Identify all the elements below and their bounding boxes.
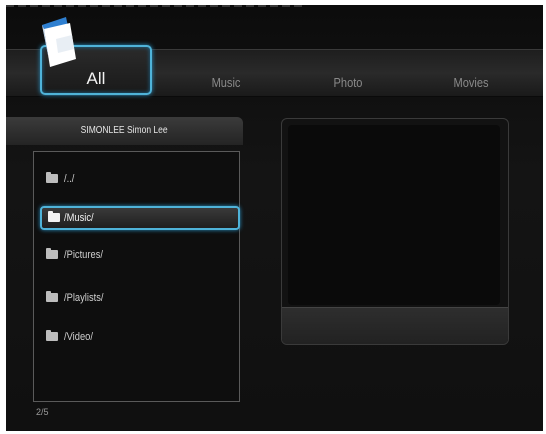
item-position-counter: 2/5 (36, 407, 49, 417)
tab-movies[interactable]: Movies (441, 71, 501, 95)
list-item-parent[interactable]: /../ (44, 170, 224, 188)
media-player-screen: All Music Photo Movies SIMONLEE Simon Le… (6, 5, 543, 431)
list-item-label: /Playlists/ (64, 292, 104, 304)
list-item-playlists[interactable]: /Playlists/ (44, 289, 224, 307)
list-item-video[interactable]: /Video/ (44, 328, 224, 346)
top-divider (6, 5, 306, 7)
folder-list: /../ /Music/ /Pictures/ /Playlists/ /Vid… (33, 151, 240, 402)
preview-image (288, 125, 500, 305)
folder-icon (46, 172, 58, 183)
source-title-text: SIMONLEE Simon Lee (81, 125, 168, 136)
folder-icon (46, 248, 58, 259)
list-item-pictures[interactable]: /Pictures/ (44, 246, 224, 264)
list-item-label: /Pictures/ (64, 249, 103, 261)
source-title: SIMONLEE Simon Lee (6, 117, 243, 145)
tab-music[interactable]: Music (201, 71, 252, 95)
preview-panel (281, 118, 509, 345)
list-item-music[interactable]: /Music/ (40, 206, 240, 230)
tab-photo[interactable]: Photo (323, 71, 374, 95)
preview-info-bar (282, 307, 508, 344)
list-item-label: /Video/ (64, 331, 93, 343)
list-item-label: /Music/ (64, 212, 94, 224)
tab-all-label: All (86, 69, 106, 88)
folder-icon (48, 211, 60, 222)
folder-icon (46, 330, 58, 341)
blue-book-icon (42, 17, 76, 67)
list-item-label: /../ (64, 173, 75, 185)
folder-icon (46, 291, 58, 302)
